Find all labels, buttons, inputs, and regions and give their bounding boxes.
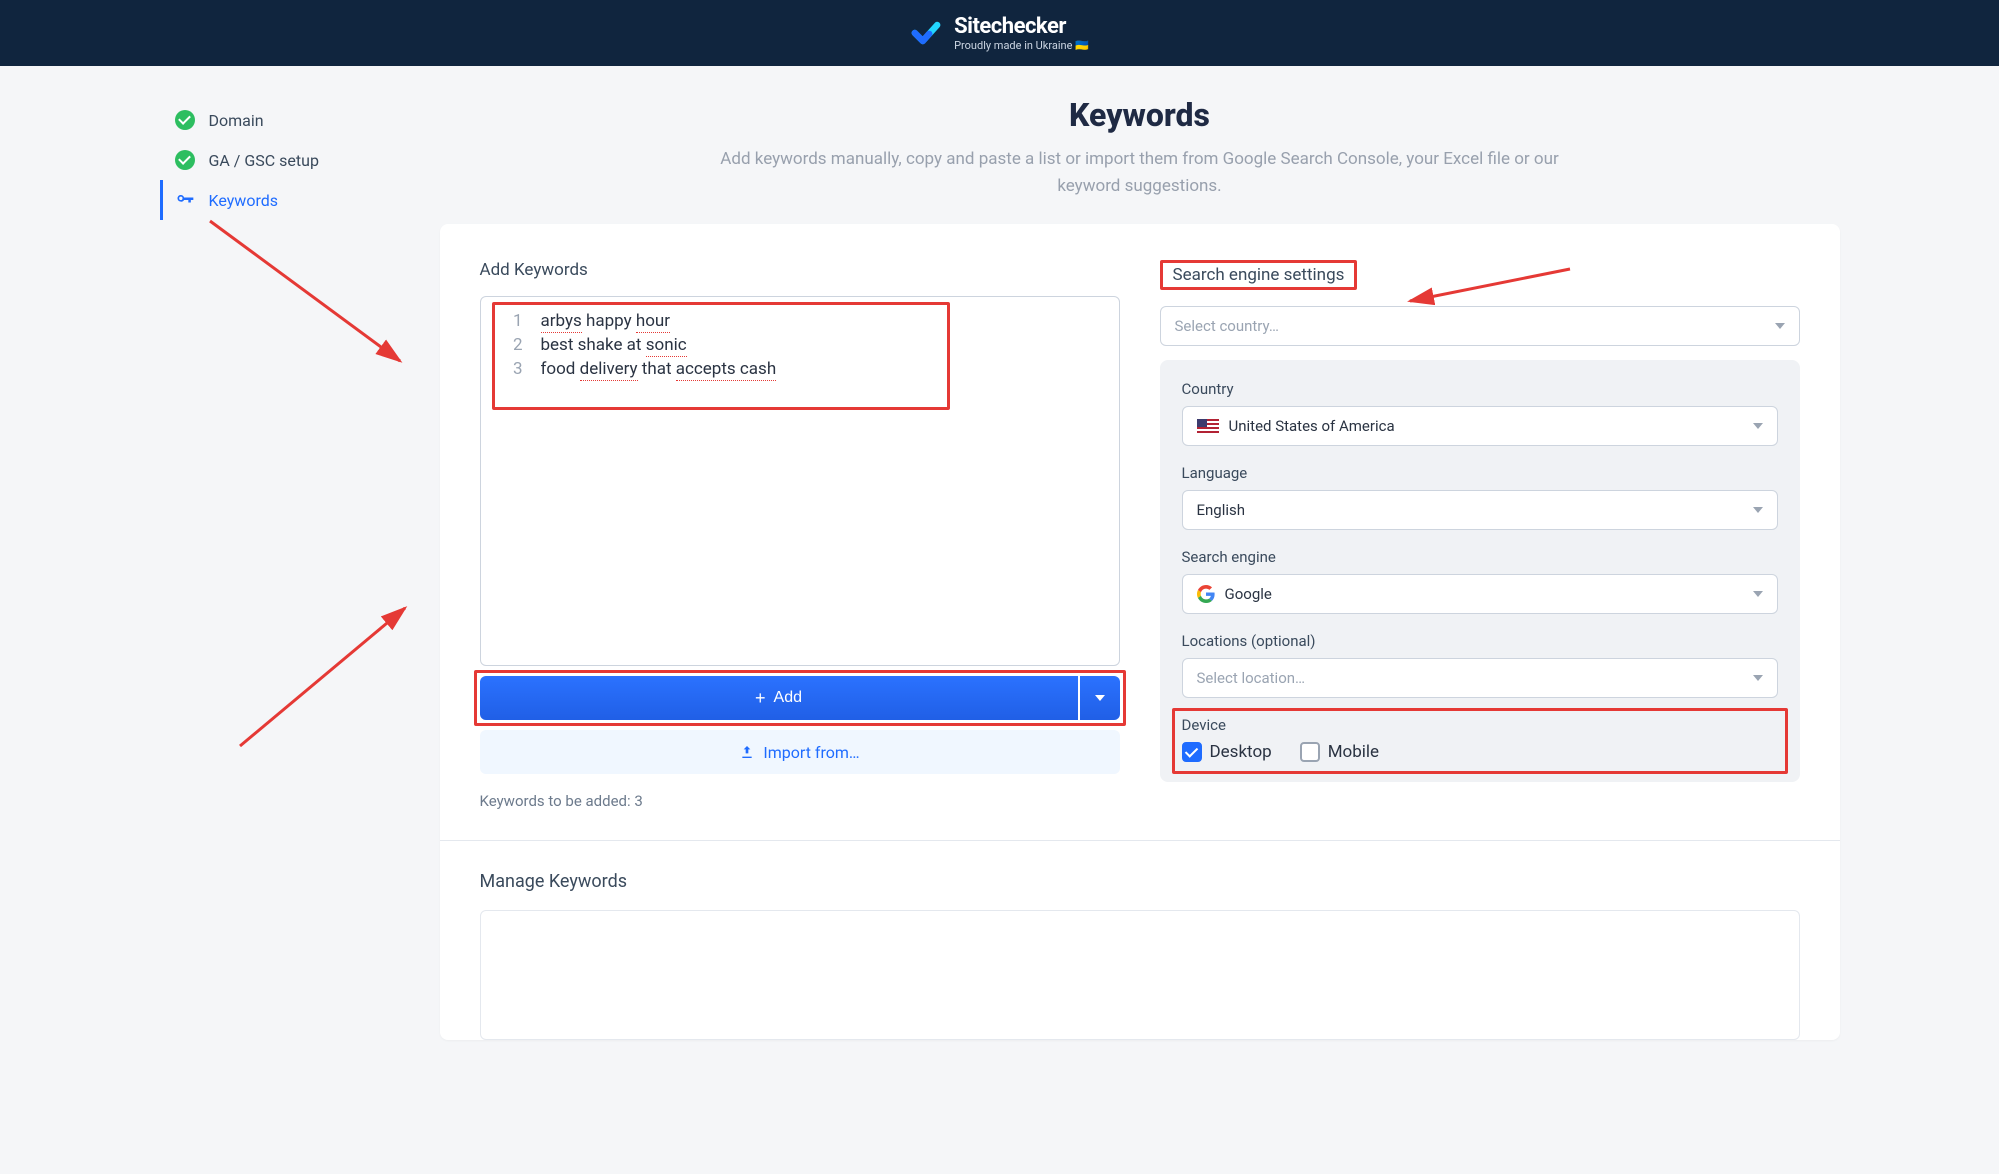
engine-select[interactable]: Google bbox=[1182, 574, 1778, 614]
field-label-locations: Locations (optional) bbox=[1182, 632, 1778, 650]
checkbox-mobile[interactable] bbox=[1300, 742, 1320, 762]
chevron-down-icon bbox=[1095, 695, 1105, 701]
add-keywords-title: Add Keywords bbox=[480, 260, 1120, 280]
page-subtitle: Add keywords manually, copy and paste a … bbox=[710, 146, 1570, 200]
keywords-count: Keywords to be added: 3 bbox=[480, 792, 1120, 810]
import-button[interactable]: Import from… bbox=[480, 730, 1120, 774]
logo: Sitechecker Proudly made in Ukraine 🇺🇦 bbox=[910, 14, 1089, 52]
settings-panel: Country United States of America Languag… bbox=[1160, 360, 1800, 782]
check-circle-icon bbox=[175, 110, 195, 130]
locations-select[interactable]: Select location… bbox=[1182, 658, 1778, 698]
add-button-dropdown[interactable] bbox=[1080, 676, 1120, 720]
sidebar: Domain GA / GSC setup Keywords bbox=[160, 96, 400, 1040]
country-quick-select[interactable]: Select country… bbox=[1160, 306, 1800, 346]
sidebar-item-keywords[interactable]: Keywords bbox=[160, 180, 400, 220]
brand-tagline: Proudly made in Ukraine 🇺🇦 bbox=[954, 39, 1089, 52]
chevron-down-icon bbox=[1753, 507, 1763, 513]
google-icon bbox=[1197, 585, 1215, 603]
country-select[interactable]: United States of America bbox=[1182, 406, 1778, 446]
sidebar-item-label: Keywords bbox=[209, 191, 279, 210]
chevron-down-icon bbox=[1753, 423, 1763, 429]
chevron-down-icon bbox=[1775, 323, 1785, 329]
language-select[interactable]: English bbox=[1182, 490, 1778, 530]
settings-title: Search engine settings bbox=[1160, 260, 1358, 290]
brand-name: Sitechecker bbox=[954, 14, 1089, 39]
logo-icon bbox=[910, 17, 942, 49]
flag-us-icon bbox=[1197, 419, 1219, 434]
manage-keywords-box bbox=[480, 910, 1800, 1040]
field-label-engine: Search engine bbox=[1182, 548, 1778, 566]
chevron-down-icon bbox=[1753, 675, 1763, 681]
sidebar-item-ga-gsc[interactable]: GA / GSC setup bbox=[160, 140, 400, 180]
key-icon bbox=[175, 190, 195, 210]
check-circle-icon bbox=[175, 150, 195, 170]
page-title: Keywords bbox=[440, 96, 1840, 134]
divider bbox=[440, 840, 1840, 841]
sidebar-item-label: Domain bbox=[209, 111, 264, 130]
field-label-country: Country bbox=[1182, 380, 1778, 398]
main-content: Keywords Add keywords manually, copy and… bbox=[440, 96, 1840, 1040]
manage-keywords-title: Manage Keywords bbox=[480, 871, 1800, 892]
field-label-language: Language bbox=[1182, 464, 1778, 482]
checkbox-desktop[interactable] bbox=[1182, 742, 1202, 762]
device-mobile-label: Mobile bbox=[1328, 742, 1379, 762]
line-number: 1 bbox=[501, 311, 523, 331]
sidebar-item-label: GA / GSC setup bbox=[209, 151, 319, 170]
chevron-down-icon bbox=[1753, 591, 1763, 597]
line-number: 2 bbox=[501, 335, 523, 355]
keywords-card: Add Keywords 1 arbys happy hour 2 bbox=[440, 224, 1840, 1040]
line-number: 3 bbox=[501, 359, 523, 379]
keywords-textarea[interactable]: 1 arbys happy hour 2 best shake at sonic bbox=[480, 296, 1120, 666]
sidebar-item-domain[interactable]: Domain bbox=[160, 100, 400, 140]
field-label-device: Device bbox=[1182, 716, 1778, 734]
add-button[interactable]: + Add bbox=[480, 676, 1078, 720]
app-header: Sitechecker Proudly made in Ukraine 🇺🇦 bbox=[0, 0, 1999, 66]
upload-icon bbox=[739, 744, 755, 760]
device-desktop-label: Desktop bbox=[1210, 742, 1272, 762]
